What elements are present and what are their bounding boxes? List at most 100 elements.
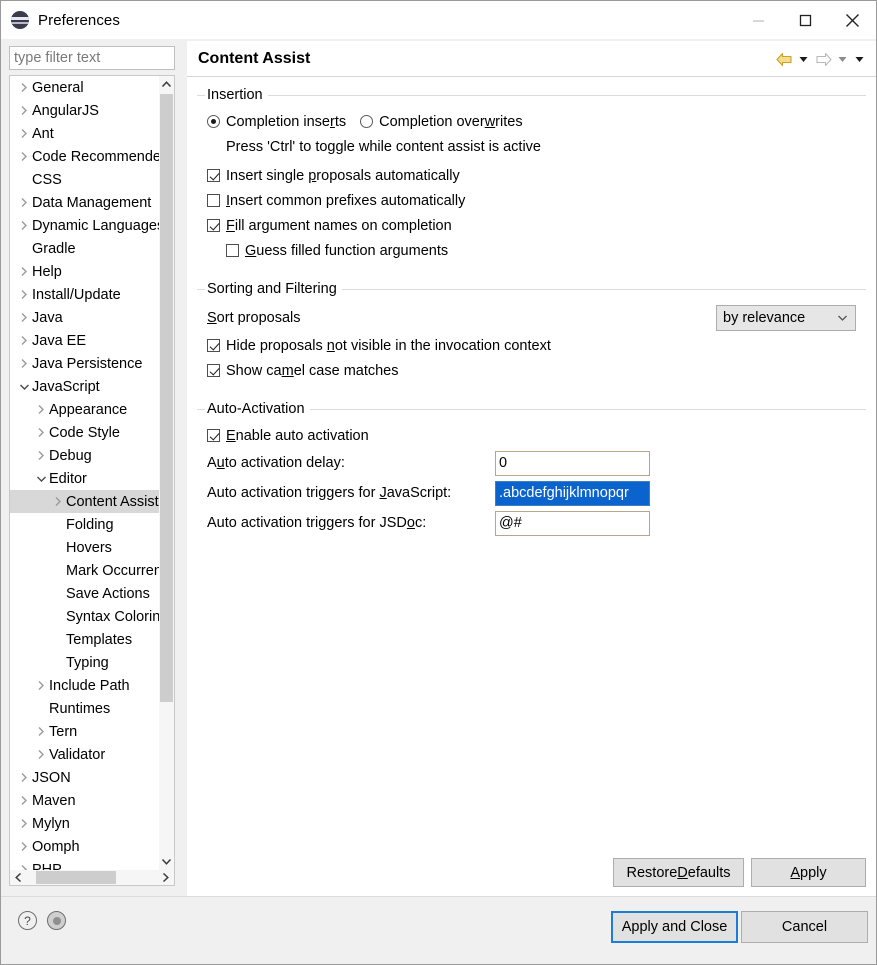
chevron-right-icon[interactable] [50,496,66,507]
sidebar-item-css[interactable]: CSS [10,168,161,191]
sidebar-item-install-update[interactable]: Install/Update [10,283,161,306]
chevron-right-icon[interactable] [16,128,32,139]
checkbox-show-camel-case[interactable]: Show camel case matches [207,363,399,379]
chevron-right-icon[interactable] [16,818,32,829]
checkbox-insert-common-prefixes[interactable]: Insert common prefixes automatically [207,193,465,209]
sidebar-item-javascript[interactable]: JavaScript [10,375,161,398]
chevron-right-icon[interactable] [16,289,32,300]
sidebar-item-editor[interactable]: Editor [10,467,161,490]
checkbox-guess-filled-arguments[interactable]: Guess filled function arguments [226,243,448,259]
sidebar-item-tern[interactable]: Tern [10,720,161,743]
jsdoc-triggers-input[interactable] [495,510,650,536]
sidebar-item-mark-occurrences[interactable]: Mark Occurrences [10,559,161,582]
sidebar-item-help[interactable]: Help [10,260,161,283]
chevron-right-icon[interactable] [16,312,32,323]
back-dropdown-chevron-down-icon[interactable] [795,48,812,70]
chevron-right-icon[interactable] [16,358,32,369]
chevron-right-icon[interactable] [33,680,49,691]
sidebar-item-label: Java Persistence [32,355,143,372]
record-icon[interactable] [47,911,66,930]
chevron-right-icon[interactable] [33,427,49,438]
sidebar-item-code-style[interactable]: Code Style [10,421,161,444]
tree-horizontal-scrollbar[interactable] [10,870,174,885]
chevron-right-icon[interactable] [16,266,32,277]
chevron-right-icon[interactable] [33,726,49,737]
sidebar-item-java-persistence[interactable]: Java Persistence [10,352,161,375]
sort-proposals-label: Sort proposals [207,310,301,326]
checkbox-hide-proposals[interactable]: Hide proposals not visible in the invoca… [207,338,551,354]
scroll-up-icon[interactable] [159,76,174,93]
sidebar-item-validator[interactable]: Validator [10,743,161,766]
sidebar-item-dynamic-languages[interactable]: Dynamic Languages [10,214,161,237]
row-fill-argument-names: Fill argument names on completion [207,213,856,238]
maximize-icon[interactable] [782,1,829,39]
sidebar-item-java[interactable]: Java [10,306,161,329]
chevron-right-icon[interactable] [16,220,32,231]
sidebar-item-oomph[interactable]: Oomph [10,835,161,858]
sidebar-item-folding[interactable]: Folding [10,513,161,536]
chevron-right-icon[interactable] [16,105,32,116]
chevron-right-icon[interactable] [16,82,32,93]
sidebar-item-angularjs[interactable]: AngularJS [10,99,161,122]
sidebar-item-ant[interactable]: Ant [10,122,161,145]
scroll-left-icon[interactable] [10,870,27,885]
chevron-right-icon[interactable] [33,450,49,461]
sidebar-item-code-recommenders[interactable]: Code Recommenders [10,145,161,168]
scroll-thumb-vertical[interactable] [160,94,173,702]
sidebar-item-label: Code Recommenders [32,148,161,165]
radio-completion-inserts[interactable]: Completion inserts [207,114,346,130]
chevron-down-icon[interactable] [33,475,49,483]
checkbox-fill-argument-names[interactable]: Fill argument names on completion [207,218,452,234]
sidebar-item-templates[interactable]: Templates [10,628,161,651]
cancel-button[interactable]: Cancel [741,911,868,943]
sidebar-item-php[interactable]: PHP [10,858,161,870]
sidebar-item-label: Save Actions [66,585,150,602]
tree-vertical-scrollbar[interactable] [159,76,174,870]
sidebar-item-data-management[interactable]: Data Management [10,191,161,214]
chevron-right-icon[interactable] [16,335,32,346]
checkbox-enable-auto-activation[interactable]: Enable auto activation [207,428,369,444]
sidebar-item-appearance[interactable]: Appearance [10,398,161,421]
apply-button[interactable]: Apply [751,858,866,887]
close-icon[interactable] [829,1,876,39]
sidebar-item-json[interactable]: JSON [10,766,161,789]
chevron-right-icon[interactable] [33,749,49,760]
restore-defaults-button[interactable]: Restore Defaults [613,858,744,887]
back-arrow-icon[interactable] [773,48,795,70]
scroll-down-icon[interactable] [159,853,174,870]
activation-delay-input[interactable] [495,450,650,476]
chevron-right-icon[interactable] [16,795,32,806]
chevron-down-icon[interactable] [16,383,32,391]
apply-and-close-button[interactable]: Apply and Close [611,911,738,943]
sidebar-item-maven[interactable]: Maven [10,789,161,812]
chevron-right-icon[interactable] [16,772,32,783]
sidebar-item-include-path[interactable]: Include Path [10,674,161,697]
sidebar-item-hovers[interactable]: Hovers [10,536,161,559]
scroll-right-icon[interactable] [157,870,174,885]
sidebar-item-gradle[interactable]: Gradle [10,237,161,260]
row-enable-auto-activation: Enable auto activation [207,423,856,448]
minimize-icon[interactable] [735,1,782,39]
row-camel-case: Show camel case matches [207,358,856,383]
chevron-right-icon[interactable] [16,197,32,208]
sidebar-item-mylyn[interactable]: Mylyn [10,812,161,835]
sidebar-item-save-actions[interactable]: Save Actions [10,582,161,605]
sort-proposals-select[interactable]: by relevance [716,305,856,331]
sidebar-item-debug[interactable]: Debug [10,444,161,467]
sidebar-item-java-ee[interactable]: Java EE [10,329,161,352]
chevron-right-icon[interactable] [33,404,49,415]
sidebar-item-runtimes[interactable]: Runtimes [10,697,161,720]
help-icon[interactable]: ? [18,911,37,930]
scroll-thumb-horizontal[interactable] [36,871,116,884]
chevron-right-icon[interactable] [16,151,32,162]
sidebar-item-typing[interactable]: Typing [10,651,161,674]
radio-completion-overwrites[interactable]: Completion overwrites [360,114,523,130]
search-input[interactable] [9,46,175,70]
sidebar-item-syntax-coloring[interactable]: Syntax Coloring [10,605,161,628]
chevron-right-icon[interactable] [16,841,32,852]
page-menu-chevron-down-icon[interactable] [851,48,868,70]
js-triggers-input[interactable] [495,480,650,506]
sidebar-item-content-assist[interactable]: Content Assist [10,490,161,513]
checkbox-insert-single-proposals[interactable]: Insert single proposals automatically [207,168,460,184]
sidebar-item-general[interactable]: General [10,76,161,99]
